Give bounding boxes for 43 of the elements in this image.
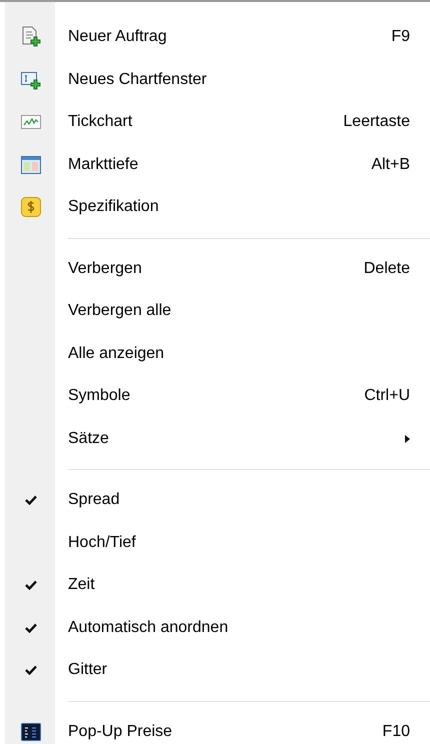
dollar-icon	[20, 196, 42, 218]
menu-item-label: Spread	[68, 490, 121, 510]
menu-item[interactable]: Hoch/Tief	[0, 522, 430, 564]
menu-item[interactable]: Zeit	[0, 564, 430, 606]
shortcut-label: Leertaste	[343, 112, 411, 132]
menu-item-label: Tickchart	[68, 112, 134, 132]
shortcut-label: F9	[391, 27, 411, 48]
table-icon	[20, 154, 42, 176]
menu-item[interactable]: Automatisch anordnen	[0, 606, 430, 649]
shortcut-label: Ctrl+U	[364, 386, 411, 406]
menu-item[interactable]: Pop-Up Preise F10	[0, 710, 430, 744]
menu-item[interactable]: Spread	[0, 479, 430, 522]
menu-item[interactable]: Neues Chartfenster	[0, 58, 430, 101]
shortcut-label: Alt+B	[371, 154, 411, 175]
shortcut-label: Delete	[364, 258, 411, 279]
menu-item[interactable]: Spezifikation	[0, 186, 430, 228]
menu-item[interactable]: Alle anzeigen	[0, 332, 430, 375]
menu-item[interactable]: Tickchart Leertaste	[0, 101, 430, 144]
menu-item-label: Automatisch anordnen	[68, 618, 230, 638]
price-window-icon	[20, 720, 42, 743]
menu-item-label: Verbergen alle	[68, 301, 172, 322]
menu-item[interactable]: Markttiefe Alt+B	[0, 144, 430, 186]
menu-item-label: Neues Chartfenster	[68, 70, 208, 90]
menu-item-label: Alle anzeigen	[68, 344, 166, 364]
menu-item[interactable]: Sätze	[0, 418, 430, 460]
menu-item-label: Verbergen	[68, 258, 143, 279]
document-plus-icon	[20, 26, 42, 48]
shortcut-label: F10	[382, 722, 411, 742]
menu-item-label: Symbole	[68, 386, 132, 406]
menu-item-label: Sätze	[68, 428, 110, 449]
submenu-arrow-icon	[405, 434, 410, 443]
menu-item-label: Spezifikation	[68, 197, 160, 218]
menu-item-label: Pop-Up Preise	[68, 722, 174, 742]
menu-item-label: Hoch/Tief	[68, 532, 137, 553]
menu-item-label: Neuer Auftrag	[68, 27, 168, 48]
menu-item-label: Gitter	[68, 660, 108, 680]
menu-item[interactable]: Gitter	[0, 649, 430, 692]
menu-item[interactable]: Symbole Ctrl+U	[0, 375, 430, 418]
menu-item[interactable]: Verbergen Delete	[0, 248, 430, 290]
menu-item[interactable]: Neuer Auftrag F9	[0, 16, 430, 58]
menu-item-label: Markttiefe	[68, 154, 140, 175]
menu-item[interactable]: Verbergen alle	[0, 290, 430, 332]
menu-item-label: Zeit	[68, 575, 96, 596]
